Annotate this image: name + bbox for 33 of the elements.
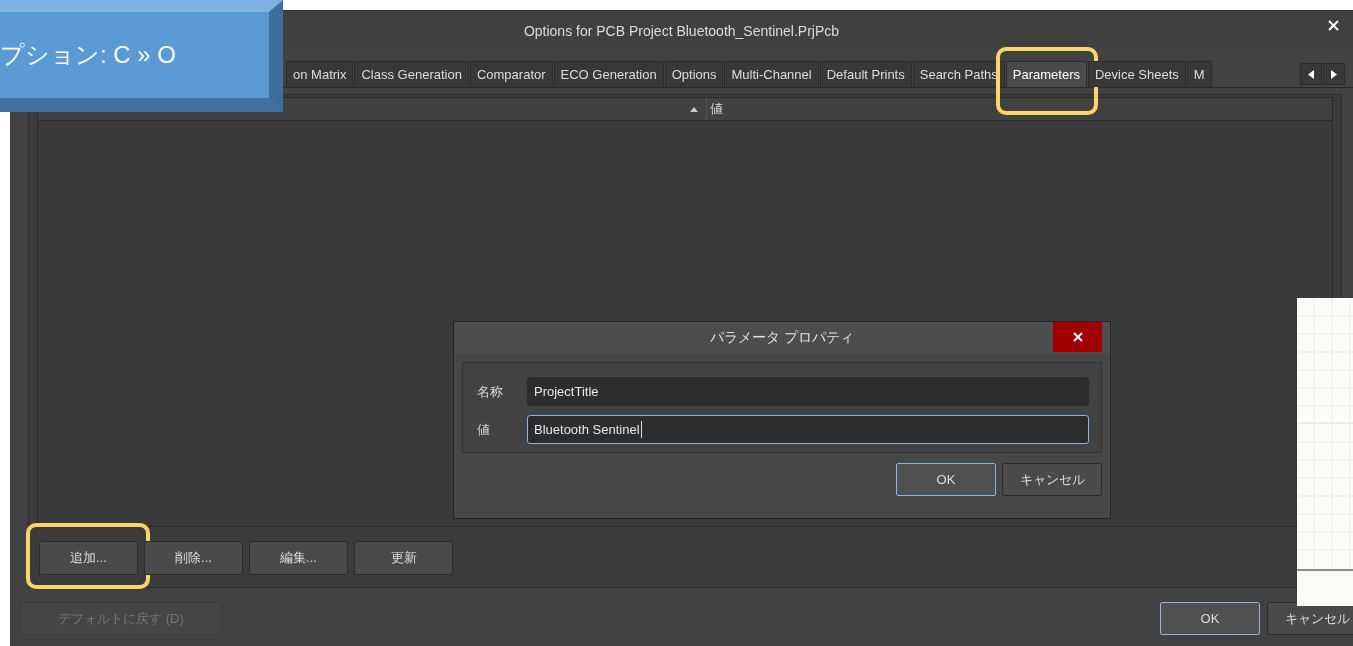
close-icon[interactable] bbox=[1328, 20, 1339, 31]
scroll-left-button[interactable] bbox=[1300, 63, 1322, 85]
right-triangle-icon bbox=[1331, 69, 1337, 79]
tab[interactable]: Multi-Channel bbox=[724, 61, 819, 87]
tab[interactable]: Comparator bbox=[469, 61, 553, 87]
input-field[interactable]: Bluetooth Sentinel bbox=[527, 415, 1089, 444]
action-button[interactable]: 削除... bbox=[144, 541, 243, 575]
tab[interactable]: Class Generation bbox=[354, 61, 469, 87]
tab[interactable]: ECO Generation bbox=[553, 61, 664, 87]
tab[interactable]: Default Prints bbox=[819, 61, 912, 87]
dialog-button[interactable]: キャンセル bbox=[1002, 463, 1102, 496]
field-label: 値 bbox=[477, 420, 491, 439]
scroll-right-button[interactable] bbox=[1323, 63, 1345, 85]
dialog-button[interactable]: OK bbox=[896, 463, 996, 496]
field-label: 名称 bbox=[477, 382, 504, 401]
close-button[interactable] bbox=[1053, 322, 1102, 352]
input-field[interactable]: ProjectTitle bbox=[527, 377, 1089, 406]
dialog-title: パラメータ プロパティ bbox=[710, 329, 854, 347]
tab[interactable]: Options bbox=[664, 61, 724, 87]
dialog-button[interactable]: キャンセル bbox=[1267, 602, 1353, 635]
dialog-button[interactable]: OK bbox=[1160, 602, 1260, 635]
tab[interactable]: Parameters bbox=[1005, 61, 1087, 87]
tab[interactable]: on Matrix bbox=[286, 61, 354, 87]
action-button[interactable]: 更新 bbox=[354, 541, 453, 575]
left-triangle-icon bbox=[1308, 69, 1314, 79]
close-icon bbox=[1072, 332, 1083, 342]
shortcut-callout: プション: C » O bbox=[0, 0, 283, 112]
tab[interactable]: Device Sheets bbox=[1088, 61, 1186, 87]
tab[interactable]: M bbox=[1186, 61, 1212, 87]
action-button[interactable]: 追加... bbox=[39, 541, 138, 575]
window-title: Options for PCB Project Bluetooth_Sentinel.PrjPcb bbox=[523, 23, 840, 39]
action-button[interactable]: 編集... bbox=[249, 541, 348, 575]
tab[interactable]: Search Paths bbox=[912, 61, 1005, 87]
